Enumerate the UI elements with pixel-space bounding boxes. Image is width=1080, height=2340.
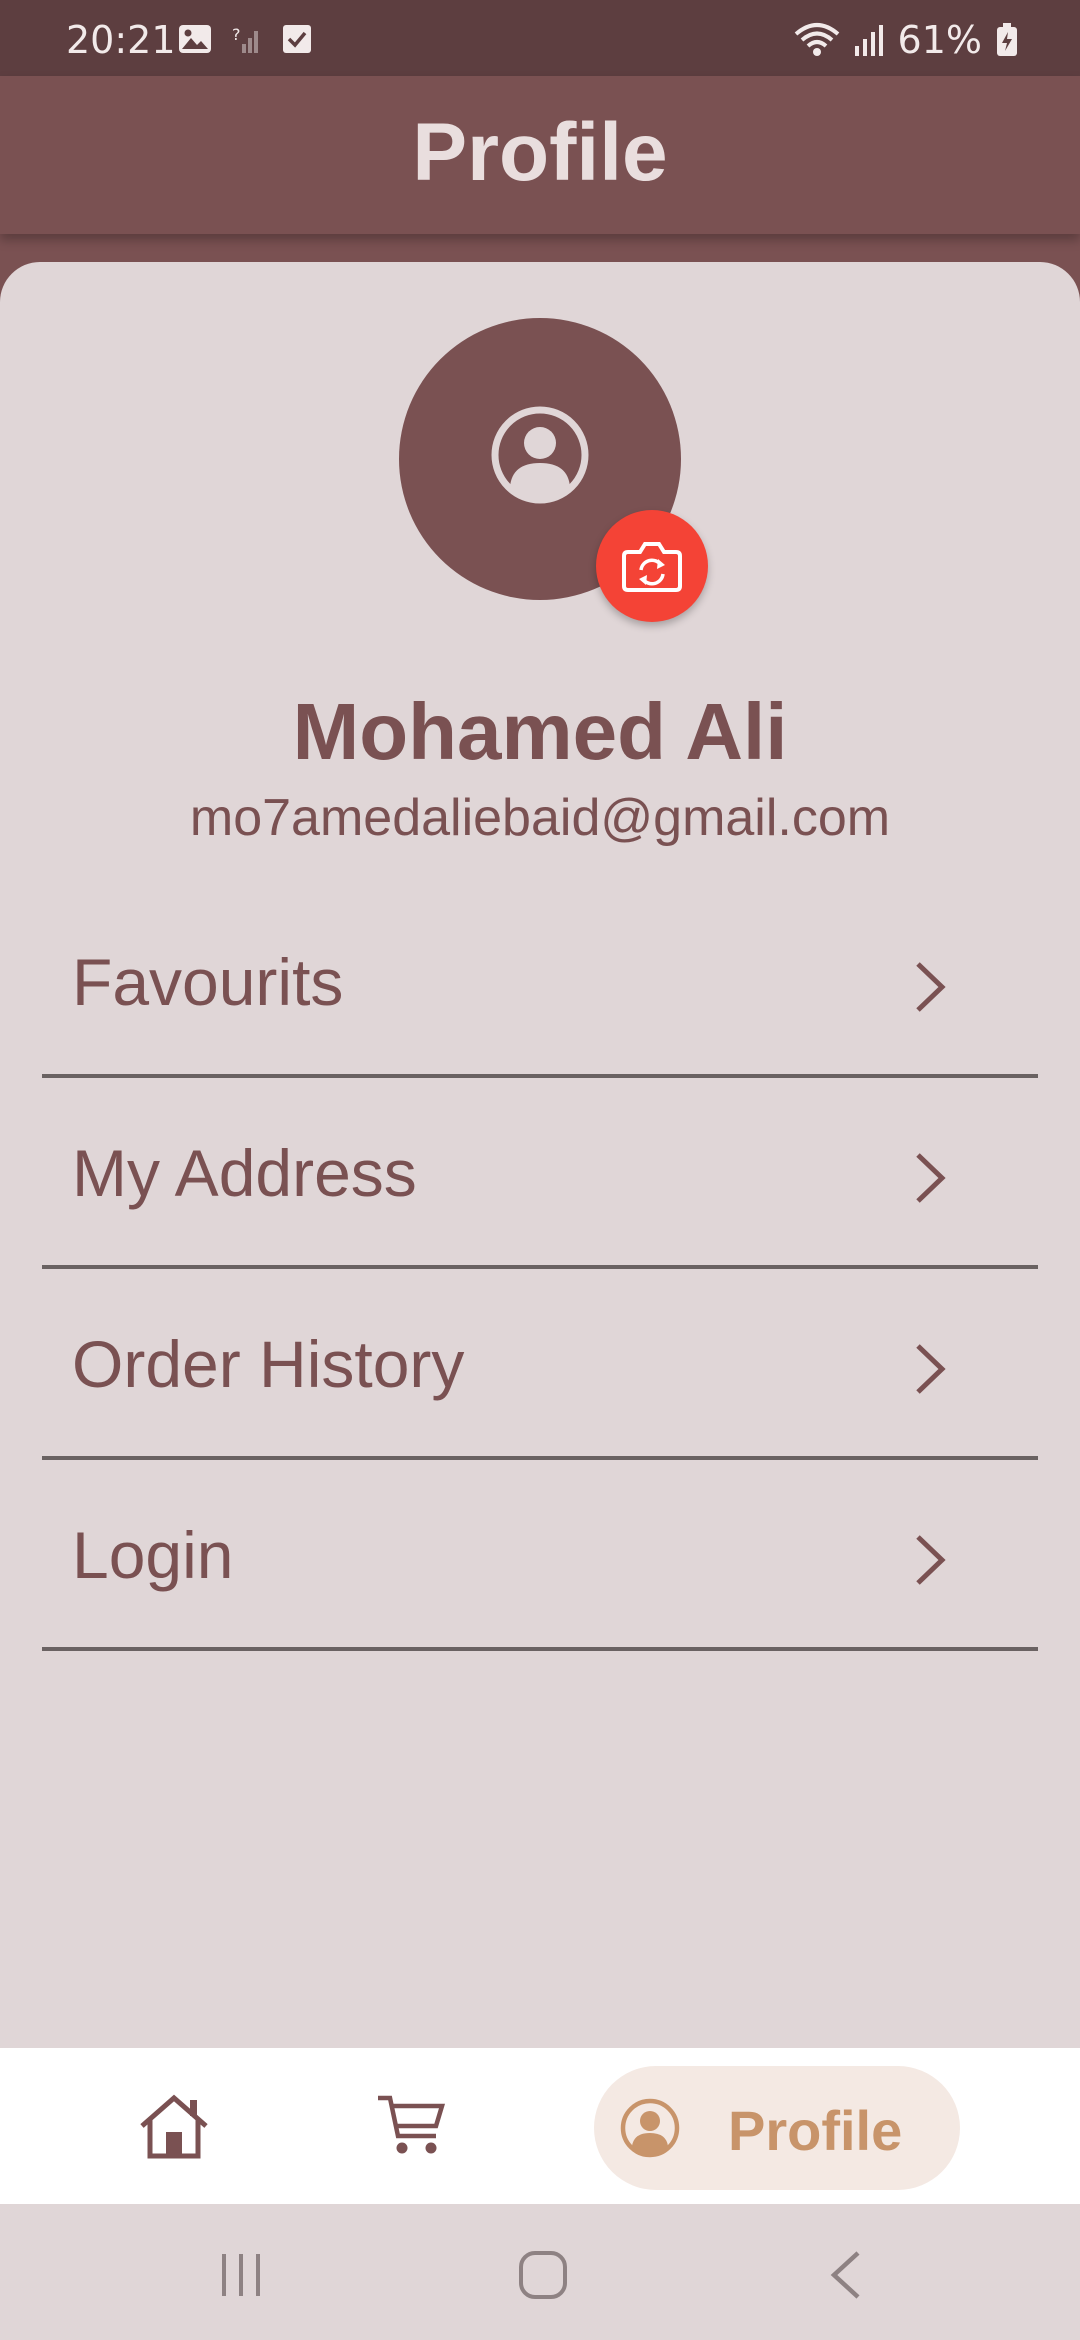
back-icon[interactable] (828, 2250, 864, 2300)
menu-item-order-history[interactable]: Order History (42, 1270, 1038, 1460)
home-button-icon[interactable] (518, 2250, 568, 2300)
signal-icon (854, 25, 883, 56)
chevron-right-icon (916, 1153, 946, 1203)
bottom-navigation: Profile (0, 2048, 1080, 2204)
checkbox-icon (283, 25, 311, 53)
user-name: Mohamed Ali (292, 687, 788, 776)
person-circle-icon (620, 2098, 680, 2158)
page-title: Profile (412, 107, 668, 198)
app-bar: Profile (0, 76, 1080, 234)
chevron-right-icon (916, 1535, 946, 1585)
nav-item-profile[interactable]: Profile (594, 2066, 960, 2190)
menu-item-favourites[interactable]: Favourits (42, 888, 1038, 1078)
notification-icons: ? (178, 24, 312, 54)
chevron-right-icon (916, 962, 946, 1012)
person-circle-icon (491, 406, 589, 504)
menu-item-login[interactable]: Login (42, 1461, 1038, 1651)
home-icon[interactable] (138, 2092, 210, 2160)
battery-charging-icon (997, 23, 1017, 56)
user-email: mo7amedaliebaid@gmail.com (189, 789, 891, 847)
cart-icon[interactable] (376, 2092, 448, 2160)
battery-percent: 61% (897, 18, 982, 62)
menu-item-label: My Address (72, 1136, 417, 1210)
menu-item-label: Order History (72, 1327, 465, 1401)
nav-item-profile-label: Profile (728, 2099, 903, 2162)
svg-text:?: ? (232, 25, 241, 44)
recent-apps-icon[interactable] (218, 2252, 264, 2298)
change-photo-button[interactable] (596, 510, 708, 622)
image-icon (179, 25, 211, 53)
status-bar: 20:21 ? 61% (0, 0, 1080, 76)
system-status-icons: 61% (794, 18, 1018, 62)
menu-item-label: Favourits (72, 945, 344, 1019)
camera-switch-icon (622, 542, 682, 592)
menu-item-my-address[interactable]: My Address (42, 1079, 1038, 1269)
chevron-right-icon (916, 1344, 946, 1394)
screen: 20:21 ? 61% Profile Mohamed Ali mo7ameda… (0, 0, 1080, 2340)
status-time: 20:21 (66, 18, 176, 62)
wifi-icon (794, 23, 839, 56)
system-navigation-bar (0, 2204, 1080, 2340)
no-signal-icon: ? (232, 25, 258, 53)
menu-item-label: Login (72, 1518, 234, 1592)
